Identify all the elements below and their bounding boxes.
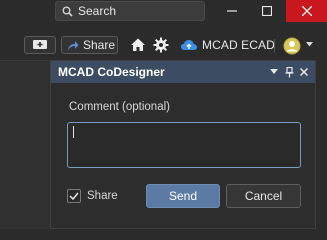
share-button-label: Share — [83, 38, 116, 52]
home-icon — [131, 38, 145, 51]
close-window-button[interactable] — [286, 0, 327, 22]
maximize-button[interactable] — [251, 0, 283, 22]
panel-header: MCAD CoDesigner — [51, 61, 315, 83]
comment-label: Comment (optional) — [69, 101, 170, 113]
share-button[interactable]: Share — [61, 36, 118, 54]
settings-button[interactable] — [153, 37, 169, 53]
minimize-button[interactable] — [216, 0, 248, 22]
search-box[interactable]: Search — [55, 1, 205, 21]
share-arrow-icon — [68, 40, 79, 50]
send-button[interactable]: Send — [146, 184, 220, 208]
cloud-icon — [181, 40, 197, 50]
text-cursor — [73, 126, 74, 138]
gear-icon — [153, 37, 169, 53]
comment-input[interactable] — [67, 122, 301, 168]
mcad-ecad-button[interactable]: MCAD ECAD — [180, 36, 275, 54]
cancel-button[interactable]: Cancel — [226, 184, 301, 208]
chevron-down-icon — [270, 69, 278, 74]
user-menu-button[interactable] — [283, 37, 301, 55]
minimize-icon — [227, 10, 237, 12]
toolbar-divider — [274, 39, 275, 53]
user-avatar-icon — [283, 37, 301, 55]
close-icon — [300, 68, 308, 76]
add-comment-button[interactable] — [24, 36, 56, 54]
home-button[interactable] — [130, 37, 146, 53]
workspace-area — [0, 60, 50, 229]
mcad-codesigner-panel: MCAD CoDesigner Comment (optional) Share… — [50, 60, 316, 229]
share-checkbox[interactable] — [67, 189, 81, 203]
checkmark-icon — [69, 192, 79, 200]
panel-pin-button[interactable] — [283, 66, 295, 78]
pin-icon — [285, 66, 293, 77]
panel-menu-button[interactable] — [268, 66, 280, 78]
workspace-divider — [0, 60, 50, 61]
panel-title: MCAD CoDesigner — [58, 65, 165, 79]
search-label: Search — [78, 4, 117, 18]
chevron-down-icon[interactable] — [306, 42, 313, 47]
toolbar: Share MCAD ECAD — [0, 33, 327, 57]
title-bar: Search — [0, 0, 327, 24]
share-checkbox-label[interactable]: Share — [87, 190, 118, 202]
close-icon — [301, 6, 312, 16]
panel-close-button[interactable] — [298, 66, 310, 78]
search-icon — [62, 6, 73, 17]
add-comment-icon — [33, 40, 47, 49]
mcad-ecad-label: MCAD ECAD — [202, 38, 275, 52]
maximize-icon — [262, 6, 272, 16]
